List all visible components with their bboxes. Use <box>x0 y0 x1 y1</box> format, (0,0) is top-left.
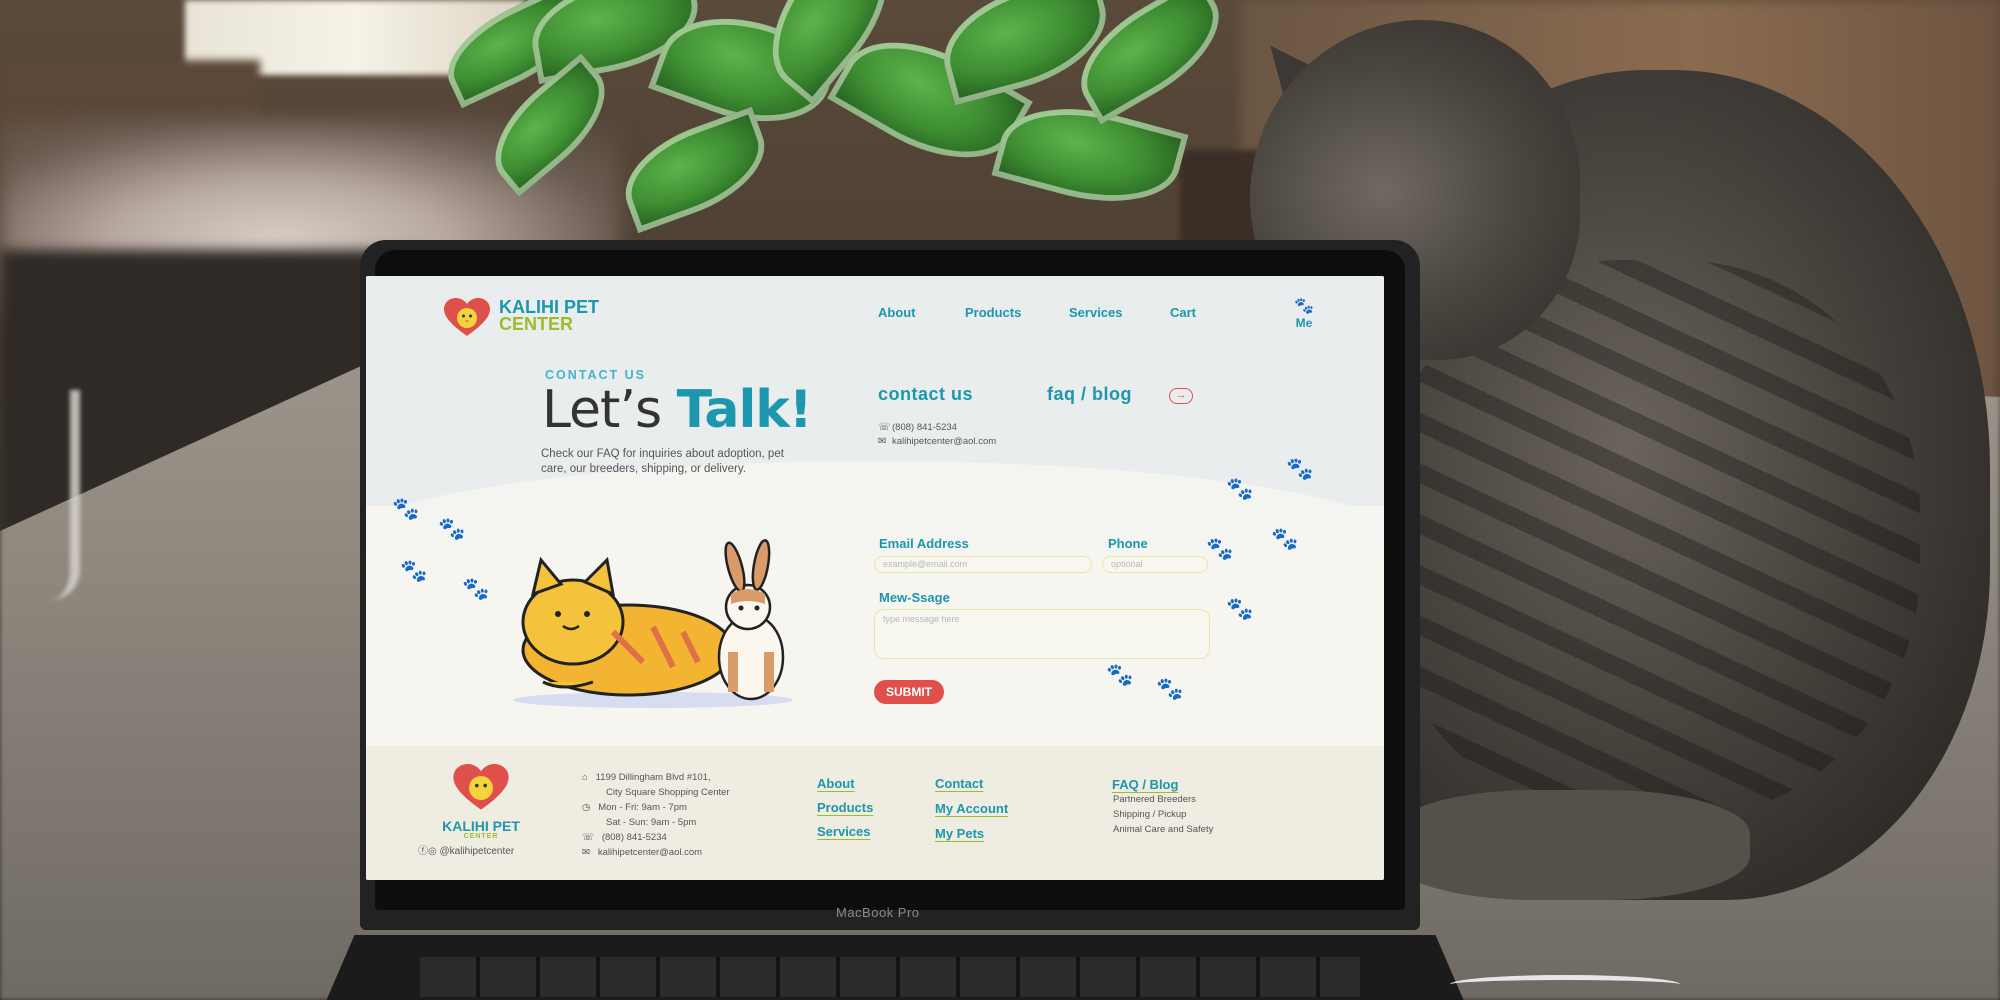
message-label: Mew-Ssage <box>879 590 950 605</box>
paw-print-icon: 🐾 <box>1106 662 1134 687</box>
footer-faq-item[interactable]: Animal Care and Safety <box>1113 824 1213 835</box>
footer-phone-row: ☏ (808) 841-5234 <box>582 832 667 843</box>
footer-address-2: City Square Shopping Center <box>606 787 730 798</box>
photo-scene: MacBook Pro 🐾 🐾 🐾 🐾 🐾 🐾 🐾 🐾 🐾 🐾 🐾 KALIHI… <box>0 0 2000 1000</box>
paw-print-icon: 🐾 <box>1226 476 1254 501</box>
paw-print-icon: 🐾 <box>1286 456 1314 481</box>
paw-print-icon: 🐾 <box>400 558 428 583</box>
heart-chick-logo-icon <box>453 764 509 810</box>
footer-phone: (808) 841-5234 <box>601 832 667 843</box>
footer-link-my-account[interactable]: My Account <box>935 801 1008 816</box>
footer-link-products[interactable]: Products <box>817 800 873 815</box>
footer-address-row: ⌂ 1199 Dillingham Blvd #101, <box>582 772 711 783</box>
social-handle: @kalihipetcenter <box>439 846 515 857</box>
footer-faq-item[interactable]: Shipping / Pickup <box>1113 809 1186 820</box>
nav-services[interactable]: Services <box>1069 305 1123 320</box>
footer-link-faq-blog[interactable]: FAQ / Blog <box>1112 777 1178 792</box>
heart-chick-logo-icon <box>444 298 490 336</box>
social-handle-row: ⓕ◎ @kalihipetcenter <box>418 842 514 857</box>
nav-about[interactable]: About <box>878 305 916 320</box>
footer-hours-1: Mon - Fri: 9am - 7pm <box>598 802 687 813</box>
hero-description: Check our FAQ for inquiries about adopti… <box>541 448 784 475</box>
charging-cable <box>1450 975 1680 994</box>
phone-label: Phone <box>1108 536 1148 551</box>
paw-print-icon: 🐾 <box>1226 596 1254 621</box>
footer-link-about[interactable]: About <box>817 776 855 791</box>
headline-plain: Let’s <box>542 380 662 440</box>
site-footer: KALIHI PET CENTER ⓕ◎ @kalihipetcenter ⌂ … <box>366 746 1384 880</box>
cat-paws <box>1390 790 1750 900</box>
laptop-screen: 🐾 🐾 🐾 🐾 🐾 🐾 🐾 🐾 🐾 🐾 🐾 KALIHI PET CENTER <box>366 276 1384 880</box>
cat-and-bunny-illustration <box>513 539 793 708</box>
houseplant <box>420 0 1560 250</box>
plant-leaf <box>610 106 780 234</box>
instagram-icon[interactable]: ◎ <box>428 846 437 857</box>
arrow-right-icon[interactable]: → <box>1169 388 1193 404</box>
phone-icon: ☏ <box>878 422 891 433</box>
location-pin-icon: ⌂ <box>582 772 588 783</box>
mail-icon: ✉ <box>878 436 887 447</box>
footer-logo-line1: KALIHI PET <box>442 818 520 834</box>
logo-line2: CENTER <box>499 314 574 334</box>
footer-email: kalihipetcenter@aol.com <box>597 847 703 858</box>
email-label: Email Address <box>879 536 969 551</box>
contact-email: kalihipetcenter@aol.com <box>892 436 997 447</box>
chair-frame <box>0 390 80 600</box>
phone-icon: ☏ <box>582 832 594 843</box>
paw-icon: 🐾 <box>1294 298 1314 315</box>
tab-faq-blog[interactable]: faq / blog <box>1047 384 1132 405</box>
nav-menu-button[interactable]: 🐾 Me <box>1284 296 1324 330</box>
paw-print-icon: 🐾 <box>1271 526 1299 551</box>
footer-hours-row: ◷ Mon - Fri: 9am - 7pm <box>582 802 687 813</box>
footer-hours-2: Sat - Sun: 9am - 5pm <box>606 817 697 828</box>
headline-bold: Talk! <box>676 380 813 440</box>
paw-print-icon: 🐾 <box>438 516 466 541</box>
paw-print-icon: 🐾 <box>1206 536 1234 561</box>
nav-products[interactable]: Products <box>965 305 1021 320</box>
footer-logo-line2: CENTER <box>463 833 499 840</box>
footer-link-contact[interactable]: Contact <box>935 776 983 791</box>
logo-text: KALIHI PET CENTER <box>499 298 599 334</box>
clock-icon: ◷ <box>582 802 591 813</box>
contact-phone: (808) 841-5234 <box>892 422 957 433</box>
phone-input[interactable]: optional <box>1102 556 1208 573</box>
facebook-icon[interactable]: ⓕ <box>418 846 428 857</box>
footer-link-services[interactable]: Services <box>817 824 871 839</box>
contact-email-row: ✉ kalihipetcenter@aol.com <box>878 436 996 447</box>
paw-print-icon: 🐾 <box>392 496 420 521</box>
paw-print-icon: 🐾 <box>462 576 490 601</box>
hero-headline: Let’s Talk! <box>542 380 813 440</box>
nav-cart[interactable]: Cart <box>1170 305 1196 320</box>
footer-logo[interactable]: KALIHI PET CENTER <box>426 764 536 840</box>
footer-link-my-pets[interactable]: My Pets <box>935 826 984 841</box>
footer-email-row: ✉ kalihipetcenter@aol.com <box>582 847 702 858</box>
footer-address-1: 1199 Dillingham Blvd #101, <box>595 772 711 783</box>
submit-button[interactable]: SUBMIT <box>874 680 944 704</box>
laptop-brand-label: MacBook Pro <box>836 905 920 920</box>
mail-icon: ✉ <box>582 847 590 858</box>
message-textarea[interactable]: type message here <box>874 609 1210 659</box>
footer-faq-item[interactable]: Partnered Breeders <box>1113 794 1196 805</box>
contact-phone-row: ☏(808) 841-5234 <box>878 422 957 433</box>
menu-label: Me <box>1295 316 1313 330</box>
paw-print-icon: 🐾 <box>1156 676 1184 701</box>
keyboard-touch-bar <box>420 957 1360 997</box>
tab-contact-us[interactable]: contact us <box>878 384 973 405</box>
email-input[interactable]: example@email.com <box>874 556 1092 573</box>
